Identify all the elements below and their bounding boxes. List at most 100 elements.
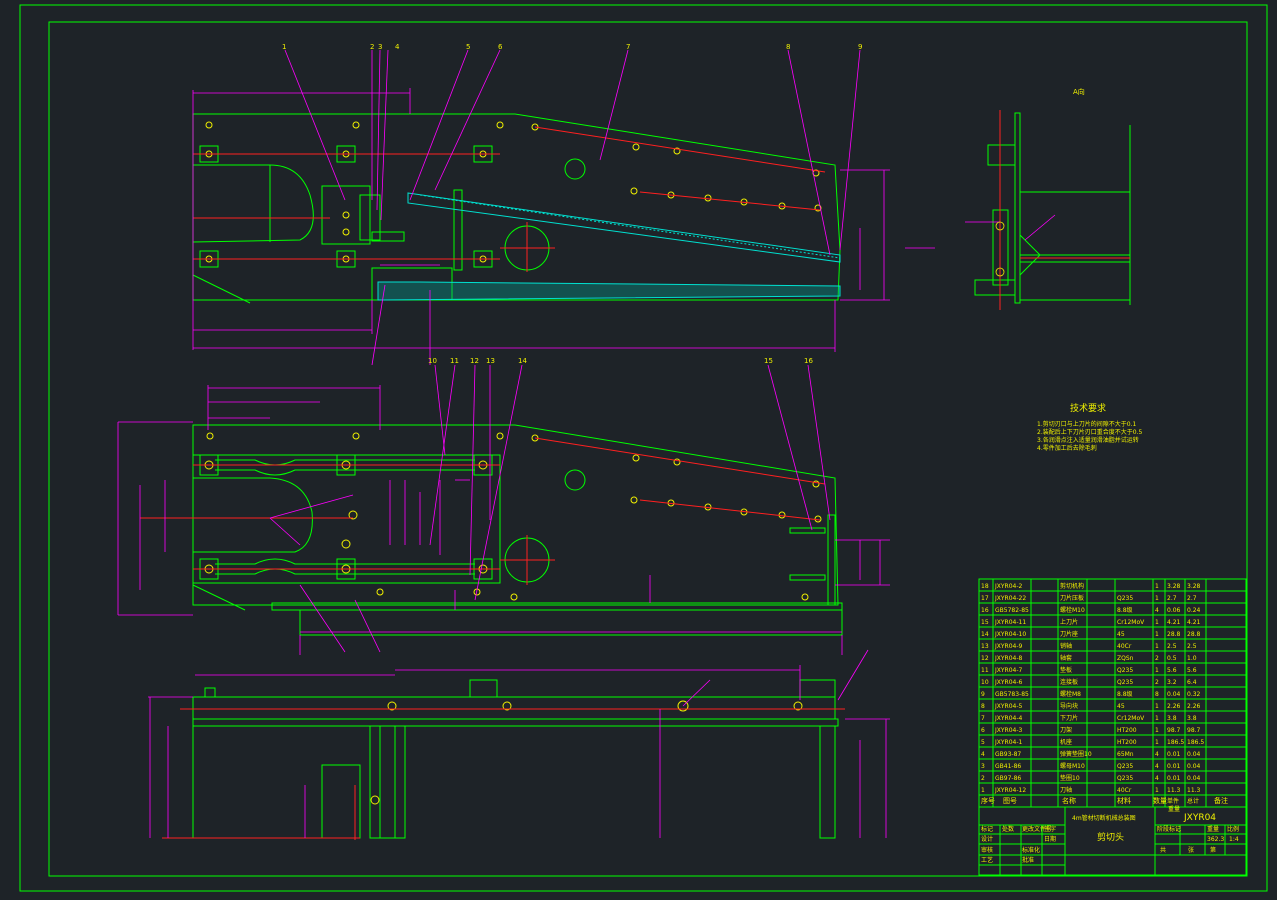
bom-cell: 10 xyxy=(981,679,989,686)
tb-stage-mark: 阶段标记 xyxy=(1157,825,1181,833)
bom-cell: 1 xyxy=(1155,595,1159,602)
bom-cell: 刀片压板 xyxy=(1060,594,1084,602)
bom-cell: 4 xyxy=(981,751,985,758)
bom-cell: 螺栓M10 xyxy=(1060,606,1085,614)
bom-cell: 4.21 xyxy=(1167,619,1181,626)
balloon-12: 12 xyxy=(470,357,479,365)
balloon-8: 8 xyxy=(786,43,790,51)
bom-cell: 1 xyxy=(1155,619,1159,626)
bom-cell: 3 xyxy=(981,763,985,770)
part-name: 剪切头 xyxy=(1097,831,1124,843)
bom-cell: 剪切机构 xyxy=(1060,582,1084,590)
bom-cell: Cr12MoV xyxy=(1117,715,1145,722)
tb-count: 处数 xyxy=(1002,825,1014,833)
tb-approval: 批准 xyxy=(1022,856,1034,864)
balloon-2: 2 xyxy=(370,43,374,51)
bom-cell: 17 xyxy=(981,595,989,602)
bom-cell: 16 xyxy=(981,607,989,614)
section-view xyxy=(192,424,843,636)
bom-cell: 刀轴 xyxy=(1060,786,1072,794)
bom-cell: 3.2 xyxy=(1167,679,1177,686)
tech-req-3: 3.各润滑点注入适量润滑油脂并试运转 xyxy=(1037,436,1139,444)
bom-cell: GB97-86 xyxy=(995,775,1021,782)
tb-signature: 签字 xyxy=(1044,825,1056,833)
bom-cell: 4 xyxy=(1155,607,1159,614)
balloon-5: 5 xyxy=(466,43,470,51)
bom-cell: 1.0 xyxy=(1187,655,1197,662)
bom-cell: 1 xyxy=(1155,643,1159,650)
bom-cell: 0.01 xyxy=(1167,775,1181,782)
bom-header-no: 序号 xyxy=(981,796,995,805)
bom-cell: 2.7 xyxy=(1187,595,1197,602)
plan-view-dimensions xyxy=(148,649,890,838)
bom-header-unit: 单件 xyxy=(1167,797,1179,805)
bom-cell: 1 xyxy=(1155,787,1159,794)
tb-sheet-no: 第 xyxy=(1210,846,1216,854)
bom-cell: JXYR04-6 xyxy=(994,679,1023,686)
bom-cell: 5.6 xyxy=(1187,667,1197,674)
bom-cell: 8.8级 xyxy=(1117,690,1133,698)
bom-cell: Q235 xyxy=(1117,775,1133,782)
bom-cell: 13 xyxy=(981,643,989,650)
bom-cell: 2 xyxy=(1155,655,1159,662)
bom-cell: 1 xyxy=(1155,715,1159,722)
bom-cell: 2 xyxy=(981,775,985,782)
front-view-balloons: 1 2 3 4 5 6 7 8 9 xyxy=(282,43,862,51)
bom-cell: 98.7 xyxy=(1187,727,1201,734)
tech-requirements-title: 技术要求 xyxy=(1070,402,1106,414)
bom-cell: 6 xyxy=(981,727,985,734)
bom-cell: GB41-86 xyxy=(995,763,1021,770)
bom-cell: 6.4 xyxy=(1187,679,1197,686)
bom-cell: 4 xyxy=(1155,763,1159,770)
bom-header-remark: 备注 xyxy=(1214,796,1228,805)
bom-header-material: 材料 xyxy=(1117,796,1131,805)
bom-cell: 40Cr xyxy=(1117,643,1132,650)
bom-cell: 刀片座 xyxy=(1060,630,1078,638)
bom-cell: 2.7 xyxy=(1167,595,1177,602)
side-view-a-dims xyxy=(965,214,1056,277)
balloon-1: 1 xyxy=(282,43,286,51)
bom-cell: 40Cr xyxy=(1117,787,1132,794)
bom-cell: Q235 xyxy=(1117,595,1133,602)
tb-sheet-unit: 张 xyxy=(1188,846,1194,854)
bom-cell: 0.04 xyxy=(1167,691,1181,698)
bom-cell: 0.06 xyxy=(1167,607,1181,614)
bom-cell: 8.8级 xyxy=(1117,606,1133,614)
plan-view-holes xyxy=(370,700,803,805)
tb-scale-label: 比例 xyxy=(1227,825,1239,833)
bom-cell: ZQSn xyxy=(1117,655,1134,662)
bom-cell: 螺栓M8 xyxy=(1060,690,1081,698)
tech-req-1: 1.剪切刃口与上刀片的间隙不大于0.1 xyxy=(1037,420,1136,428)
bom-cell: 4.21 xyxy=(1187,619,1201,626)
bom-cell: 65Mn xyxy=(1117,751,1134,758)
balloon-7: 7 xyxy=(626,43,630,51)
tech-req-4: 4.零件加工后去除毛刺 xyxy=(1037,444,1097,452)
bom-cell: 1 xyxy=(1155,631,1159,638)
bom-cell: 4 xyxy=(1155,775,1159,782)
tb-date: 日期 xyxy=(1044,835,1056,843)
bom-cell: 12 xyxy=(981,655,989,662)
tb-designer: 设计 xyxy=(981,835,993,843)
bom-cell: 3.28 xyxy=(1167,583,1181,590)
bom-cell: Q235 xyxy=(1117,667,1133,674)
bom-cell: 0.5 xyxy=(1167,655,1177,662)
bom-header-name: 名称 xyxy=(1062,796,1076,805)
bom-cell: 9 xyxy=(981,691,985,698)
tb-weight-value: 362.3 xyxy=(1207,836,1224,843)
bom-cell: 1 xyxy=(1155,727,1159,734)
tb-sheet-total: 共 xyxy=(1160,846,1166,854)
bom-cell: 0.04 xyxy=(1187,775,1201,782)
bom-header: 序号 图号 名称 数量 材料 单件 总计 备注 xyxy=(981,796,1228,805)
bom-cell: JXYR04-10 xyxy=(994,631,1026,638)
drawing-number: JXYR04 xyxy=(1183,813,1216,823)
bom-header-total: 总计 xyxy=(1187,797,1199,805)
tb-bom-weight-header: 重量 xyxy=(1168,805,1180,813)
bom-cell: Q235 xyxy=(1117,763,1133,770)
bom-cell: 11.3 xyxy=(1167,787,1181,794)
bom-cell: 15 xyxy=(981,619,989,626)
bom-cell: JXYR04-5 xyxy=(994,703,1023,710)
balloon-10: 10 xyxy=(428,357,437,365)
bom-cell: 45 xyxy=(1117,703,1125,710)
bom-cell: 3.28 xyxy=(1187,583,1201,590)
balloon-14: 14 xyxy=(518,357,527,365)
